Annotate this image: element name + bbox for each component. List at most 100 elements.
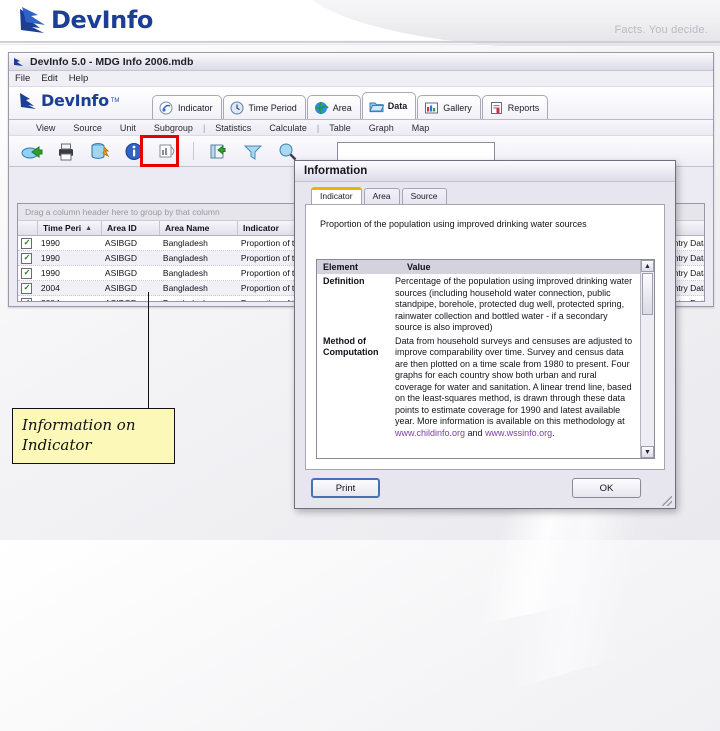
module-tab-strip: DevInfo TM Indicator Time Period Area Da… — [9, 87, 713, 120]
detail-vertical-scrollbar[interactable]: ▲ ▼ — [640, 260, 654, 458]
module-tab-indicator[interactable]: Indicator — [152, 95, 222, 119]
dialog-footer: Print OK — [295, 470, 675, 508]
row-area-id: ASIBGD — [104, 238, 138, 248]
export-icon[interactable] — [208, 141, 230, 162]
method-text-mid: and — [465, 427, 486, 438]
module-tab-reports[interactable]: Reports — [481, 95, 549, 119]
brand-name: DevInfo — [51, 6, 153, 34]
scroll-up-button[interactable]: ▲ — [641, 260, 654, 272]
filter-funnel-icon[interactable] — [242, 141, 264, 162]
detail-row-definition: Definition Percentage of the population … — [317, 274, 640, 334]
module-tab-label: Gallery — [443, 102, 472, 113]
row-select-checkbox[interactable]: ✓ — [18, 296, 36, 301]
grid-header-area-id[interactable]: Area ID — [102, 221, 160, 235]
row-select-checkbox[interactable]: ✓ — [18, 266, 36, 280]
module-tab-label: Data — [387, 101, 408, 111]
data-folder-icon — [368, 102, 384, 113]
menu-item-file[interactable]: File — [15, 73, 30, 84]
view-menu-unit[interactable]: Unit — [111, 123, 145, 133]
module-tab-gallery[interactable]: Gallery — [417, 95, 481, 119]
grid-header-select — [18, 221, 38, 235]
brand-header: DevInfo Facts. You decide. — [0, 0, 720, 46]
group-by-hint: Drag a column header here to group by th… — [25, 207, 220, 217]
grid-header-time-period[interactable]: Time Peri ▲ — [38, 221, 102, 235]
row-area-name: Bangladesh — [162, 238, 208, 248]
indicator-detail-scroll-area: Element Value Definition Percentage of t… — [317, 260, 640, 458]
method-text: Data from household surveys and censuses… — [395, 335, 633, 427]
detail-value-text: Percentage of the population using impro… — [395, 276, 633, 332]
row-select-checkbox[interactable]: ✓ — [18, 251, 36, 265]
dialog-tabs: Indicator Area Source — [305, 187, 665, 204]
module-tabs: Indicator Time Period Area Data Gallery … — [152, 92, 549, 119]
dialog-tab-area[interactable]: Area — [363, 188, 400, 204]
devinfo-swoosh-logo-icon — [20, 93, 36, 109]
callout-line-1: Information on — [22, 416, 136, 434]
menu-item-edit[interactable]: Edit — [41, 73, 57, 84]
module-tab-label: Time Period — [248, 102, 297, 113]
brand-logo: DevInfo — [18, 6, 153, 34]
print-button[interactable]: Print — [311, 478, 380, 498]
indicator-icon — [159, 101, 173, 114]
app-mini-logo-text: DevInfo — [41, 91, 109, 110]
dialog-title-bar: Information — [295, 161, 675, 182]
row-time-period: 1990 — [40, 268, 60, 278]
row-area-id: ASIBGD — [104, 283, 138, 293]
row-area-id: ASIBGD — [104, 268, 138, 278]
module-tab-label: Area — [332, 102, 352, 113]
detail-row-method-of-computation: Method of Computation Data from househol… — [317, 334, 640, 440]
database-refresh-icon[interactable] — [89, 141, 111, 162]
row-select-checkbox[interactable]: ✓ — [18, 281, 36, 295]
brand-divider-secondary — [0, 44, 720, 45]
view-menu-subgroup[interactable]: Subgroup — [145, 123, 202, 133]
method-text-tail: . — [552, 427, 555, 438]
module-tab-label: Reports — [507, 102, 540, 113]
menu-item-help[interactable]: Help — [69, 73, 89, 84]
dialog-tab-indicator[interactable]: Indicator — [311, 187, 362, 204]
print-icon[interactable] — [55, 141, 77, 162]
detail-header-element: Element — [323, 262, 359, 272]
view-menu-calculate[interactable]: Calculate — [260, 123, 316, 133]
scrollbar-track[interactable] — [641, 315, 654, 446]
window-title: DevInfo 5.0 - MDG Info 2006.mdb — [30, 55, 194, 68]
module-tab-time-period[interactable]: Time Period — [222, 95, 306, 119]
row-area-id: ASIBGD — [100, 296, 158, 301]
view-menu-source[interactable]: Source — [64, 123, 111, 133]
wssinfo-link[interactable]: www.wssinfo.org — [485, 428, 552, 438]
childinfo-link[interactable]: www.childinfo.org — [395, 428, 465, 438]
row-area-name: Bangladesh — [162, 283, 208, 293]
module-tab-area[interactable]: Area — [306, 95, 361, 119]
trademark-mark: TM — [110, 97, 120, 104]
search-magnifier-icon[interactable] — [276, 141, 298, 162]
row-time-period: 2004 — [40, 283, 60, 293]
view-menu-graph[interactable]: Graph — [360, 123, 403, 133]
scroll-down-button[interactable]: ▼ — [641, 446, 654, 458]
open-database-icon[interactable] — [21, 141, 43, 162]
annotation-callout: Information on Indicator — [12, 408, 175, 464]
row-time-period: 1990 — [40, 238, 60, 248]
dialog-tab-panel: Proportion of the population using impro… — [305, 204, 665, 470]
view-menu-statistics[interactable]: Statistics — [206, 123, 260, 133]
menu-bar: File Edit Help — [9, 71, 713, 87]
dialog-tab-source[interactable]: Source — [401, 188, 447, 204]
devinfo-app-icon — [14, 57, 23, 66]
callout-line-2: Indicator — [22, 436, 92, 454]
resize-grip[interactable] — [662, 496, 672, 506]
view-menu-map[interactable]: Map — [403, 123, 439, 133]
view-menu-view[interactable]: View — [27, 123, 64, 133]
dialog-body: Indicator Area Source Proportion of the … — [305, 187, 665, 470]
detail-element-label: Definition — [323, 276, 365, 286]
row-time-period: 1990 — [40, 253, 60, 263]
toolbar-divider — [193, 142, 194, 160]
toolbar-search-input[interactable] — [337, 142, 495, 162]
ok-button[interactable]: OK — [572, 478, 641, 498]
module-tab-data[interactable]: Data — [361, 92, 417, 119]
row-select-checkbox[interactable]: ✓ — [18, 236, 36, 250]
row-area-name: Bangladesh — [158, 296, 236, 301]
grid-header-area-name[interactable]: Area Name — [160, 221, 238, 235]
scrollbar-thumb[interactable] — [642, 273, 653, 315]
view-menu-table[interactable]: Table — [320, 123, 360, 133]
detail-header-value: Value — [407, 262, 431, 272]
reports-icon — [490, 101, 502, 114]
indicator-title: Proportion of the population using impro… — [320, 219, 587, 229]
module-tab-label: Indicator — [178, 102, 213, 113]
